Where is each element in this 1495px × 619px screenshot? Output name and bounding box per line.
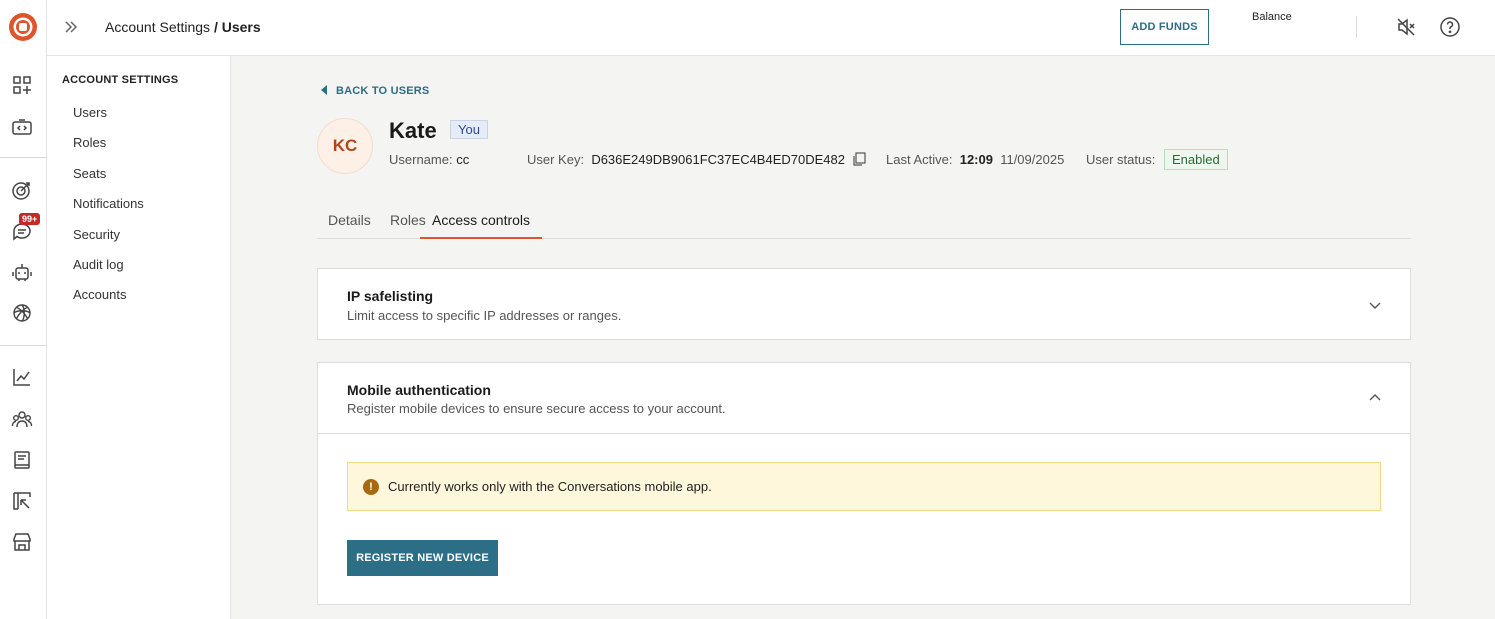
sidebar-item-security[interactable]: Security — [73, 226, 144, 256]
last-active-time: 12:09 — [959, 152, 993, 167]
bot-icon[interactable] — [11, 261, 33, 283]
topbar-divider — [1356, 16, 1357, 38]
tab-details[interactable]: Details — [328, 212, 371, 239]
sidebar-heading: ACCOUNT SETTINGS — [62, 74, 179, 86]
warning-icon: ! — [363, 479, 379, 495]
add-funds-button[interactable]: ADD FUNDS — [1120, 9, 1209, 45]
chevron-down-icon[interactable] — [1368, 298, 1382, 312]
sidebar-item-audit-log[interactable]: Audit log — [73, 256, 144, 286]
mobile-card-header[interactable]: Mobile authentication Register mobile de… — [318, 363, 1410, 434]
sidebar-menu: Users Roles Seats Notifications Security… — [73, 104, 144, 317]
apps-icon[interactable] — [11, 74, 33, 96]
last-active-field: Last Active: 12:09 11/09/2025 — [886, 152, 1064, 167]
breadcrumb-current: Users — [221, 19, 261, 35]
avatar: KC — [317, 118, 373, 174]
store-icon[interactable] — [11, 531, 33, 553]
sidebar-item-notifications[interactable]: Notifications — [73, 195, 144, 225]
ip-safelisting-card[interactable]: IP safelisting Limit access to specific … — [317, 268, 1411, 340]
username-value: cc — [456, 152, 470, 167]
username-field: Username: cc — [389, 152, 469, 167]
people-icon[interactable] — [11, 408, 33, 430]
target-icon[interactable] — [11, 179, 33, 201]
username-label: Username: — [389, 152, 453, 167]
chevron-up-icon[interactable] — [1368, 391, 1382, 405]
mobile-card-subtitle: Register mobile devices to ensure secure… — [347, 401, 726, 416]
icon-rail: 99+ — [0, 0, 47, 619]
ip-card-title: IP safelisting — [347, 288, 434, 304]
user-key-field: User Key: D636E249DB9061FC37EC4B4ED70DE4… — [527, 152, 845, 167]
rail-divider — [0, 157, 47, 158]
sidebar-item-accounts[interactable]: Accounts — [73, 286, 144, 316]
sidebar-item-seats[interactable]: Seats — [73, 165, 144, 195]
mobile-card-title: Mobile authentication — [347, 382, 491, 398]
mobile-auth-card: Mobile authentication Register mobile de… — [317, 362, 1411, 605]
alert-message: Currently works only with the Conversati… — [388, 479, 712, 494]
settings-sidebar: ACCOUNT SETTINGS Users Roles Seats Notif… — [47, 56, 231, 619]
copy-icon[interactable] — [852, 152, 866, 166]
tab-access-controls[interactable]: Access controls — [420, 212, 543, 239]
breadcrumb-separator: / — [210, 19, 222, 35]
register-new-device-button[interactable]: REGISTER NEW DEVICE — [347, 540, 498, 576]
main-content: BACK TO USERS KC Kate You Username: cc U… — [231, 56, 1495, 619]
speaker-muted-icon[interactable] — [1396, 17, 1416, 37]
user-key-value: D636E249DB9061FC37EC4B4ED70DE482 — [591, 152, 845, 167]
breadcrumb-parent[interactable]: Account Settings — [105, 19, 210, 35]
help-icon[interactable] — [1439, 16, 1461, 38]
notification-badge: 99+ — [19, 213, 41, 225]
last-active-label: Last Active: — [886, 152, 953, 167]
balance-label: Balance — [1252, 11, 1292, 23]
sidebar-item-users[interactable]: Users — [73, 104, 144, 134]
pointer-icon[interactable] — [11, 490, 33, 512]
book-icon[interactable] — [11, 449, 33, 471]
back-label: BACK TO USERS — [336, 85, 430, 97]
breadcrumb: Account Settings / Users — [105, 19, 261, 35]
top-bar: Account Settings / Users ADD FUNDS Balan… — [47, 0, 1495, 56]
you-badge: You — [450, 120, 488, 139]
rail-divider — [0, 345, 47, 346]
chevron-double-right-icon[interactable] — [63, 19, 79, 35]
info-alert: ! Currently works only with the Conversa… — [347, 462, 1381, 511]
last-active-date: 11/09/2025 — [1000, 152, 1065, 167]
tab-bar: Details Roles Access controls — [317, 207, 1411, 239]
ip-card-subtitle: Limit access to specific IP addresses or… — [347, 308, 622, 323]
back-to-users-link[interactable]: BACK TO USERS — [321, 85, 429, 97]
code-icon[interactable] — [11, 116, 33, 138]
user-name: Kate — [389, 118, 437, 143]
chart-icon[interactable] — [11, 366, 33, 388]
ai-icon[interactable] — [11, 302, 33, 324]
user-key-label: User Key: — [527, 152, 585, 167]
sidebar-item-roles[interactable]: Roles — [73, 134, 144, 164]
status-badge: Enabled — [1164, 149, 1228, 170]
logo-icon[interactable] — [8, 12, 38, 42]
user-status-label: User status: — [1086, 152, 1156, 167]
caret-left-icon — [321, 85, 327, 95]
